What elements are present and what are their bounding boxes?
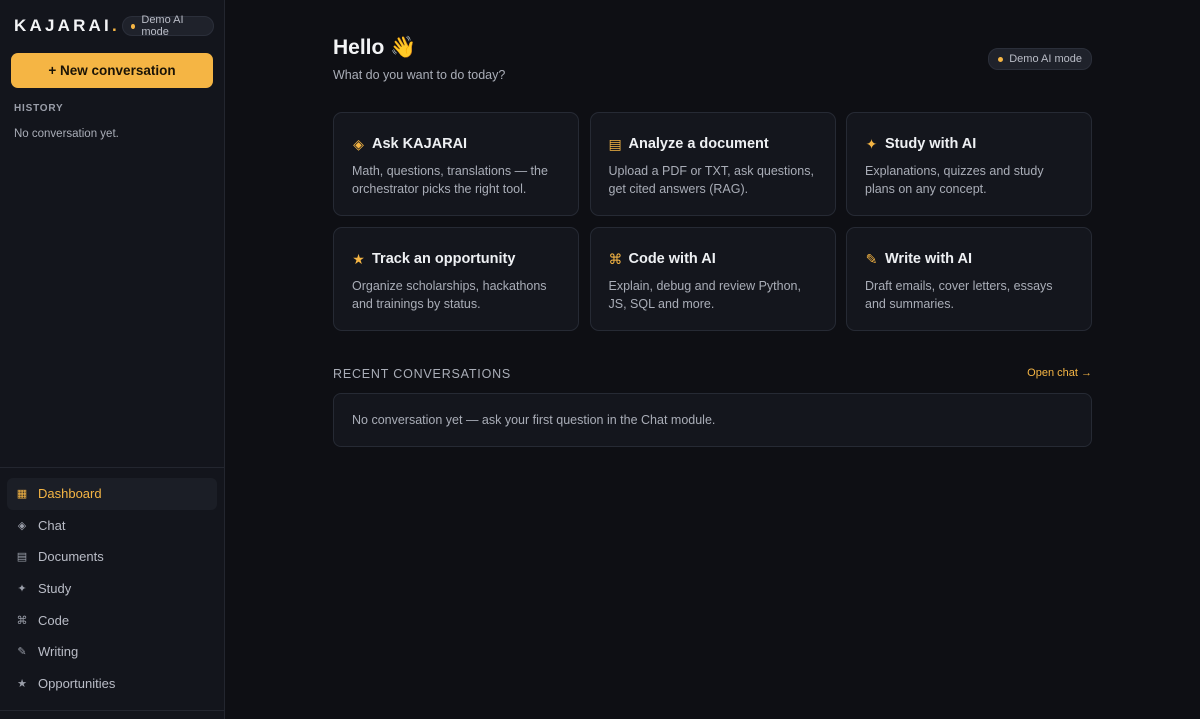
- card-write-with-ai[interactable]: ✎ Write with AI Draft emails, cover lett…: [846, 227, 1092, 331]
- documents-icon: ▤: [16, 551, 28, 564]
- nav-item-label: Documents: [38, 549, 104, 565]
- nav-item-study[interactable]: ✦ Study: [7, 573, 217, 605]
- nav-item-label: Study: [38, 581, 72, 597]
- sidebar-nav: ▦ Dashboard ◈ Chat ▤ Documents ✦ Study ⌘…: [7, 478, 217, 699]
- card-header: ✦ Study with AI: [865, 133, 1074, 155]
- card-study-with-ai[interactable]: ✦ Study with AI Explanations, quizzes an…: [846, 112, 1092, 216]
- command-icon: ⌘: [608, 250, 623, 267]
- pencil-icon: ✎: [865, 250, 878, 267]
- card-code-with-ai[interactable]: ⌘ Code with AI Explain, debug and review…: [589, 227, 836, 331]
- status-dot-icon: [998, 56, 1004, 62]
- document-icon: ▤: [608, 135, 622, 152]
- nav-item-code[interactable]: ⌘ Code: [7, 604, 217, 636]
- nav-item-label: Chat: [38, 517, 66, 533]
- nav-item-opportunities[interactable]: ★ Opportunities: [7, 668, 217, 700]
- card-header: ★ Track an opportunity: [352, 248, 561, 270]
- card-title: Write with AI: [885, 251, 972, 267]
- nav-item-label: Writing: [38, 644, 79, 660]
- card-header: ✎ Write with AI: [865, 248, 1074, 270]
- nav-item-label: Dashboard: [38, 486, 102, 502]
- dashboard-icon: ▦: [16, 488, 28, 501]
- demo-mode-label: Demo AI mode: [141, 14, 184, 38]
- nav-divider: [0, 467, 224, 468]
- status-dot-icon: [131, 23, 136, 29]
- chat-icon: ◈: [17, 519, 27, 532]
- diamond-icon: ◈: [353, 135, 364, 152]
- card-title: Analyze a document: [628, 136, 769, 152]
- nav-item-label: Code: [38, 612, 70, 628]
- card-description: Explain, debug and review Python, JS, SQ…: [608, 279, 802, 311]
- nav-item-documents[interactable]: ▤ Documents: [7, 541, 217, 573]
- recent-conversations-empty: No conversation yet — ask your first que…: [333, 393, 1092, 447]
- brand-row: KAJARAI. Demo AI mode: [14, 14, 214, 38]
- sparkle-icon: ✦: [865, 135, 878, 152]
- demo-mode-badge: Demo AI mode: [122, 14, 214, 38]
- open-chat-link[interactable]: Open chat →: [1027, 367, 1092, 379]
- star-icon: ★: [352, 250, 365, 267]
- demo-mode-label: Demo AI mode: [1009, 53, 1082, 65]
- command-icon: ⌘: [16, 614, 28, 627]
- page-subtitle: What do you want to do today?: [333, 68, 506, 82]
- page-title: Hello 👋: [333, 36, 417, 59]
- history-title: HISTORY: [14, 103, 64, 114]
- new-conversation-button[interactable]: + New conversation: [11, 53, 213, 88]
- nav-item-label: Opportunities: [38, 675, 116, 691]
- recent-conversations-title: RECENT CONVERSATIONS: [333, 367, 512, 381]
- history-empty-text: No conversation yet.: [14, 128, 119, 140]
- card-description: Organize scholarships, hackathons and tr…: [352, 279, 547, 311]
- card-header: ▤ Analyze a document: [609, 133, 818, 155]
- pencil-icon: ✎: [17, 646, 27, 659]
- nav-item-writing[interactable]: ✎ Writing: [7, 636, 217, 668]
- sidebar-footer-divider: [0, 710, 224, 711]
- card-analyze-document[interactable]: ▤ Analyze a document Upload a PDF or TXT…: [589, 112, 836, 216]
- card-description: Upload a PDF or TXT, ask questions, get …: [608, 164, 814, 196]
- card-description: Draft emails, cover letters, essays and …: [865, 279, 1053, 311]
- nav-item-dashboard[interactable]: ▦ Dashboard: [7, 478, 217, 510]
- nav-item-chat[interactable]: ◈ Chat: [7, 510, 217, 542]
- main-content: Hello 👋 What do you want to do today? De…: [333, 0, 1092, 719]
- card-title: Study with AI: [885, 136, 977, 152]
- star-icon: ★: [17, 677, 27, 690]
- card-title: Code with AI: [628, 251, 716, 267]
- demo-mode-badge: Demo AI mode: [988, 48, 1092, 70]
- action-cards: ◈ Ask KAJARAI Math, questions, translati…: [333, 112, 1092, 331]
- card-title: Ask KAJARAI: [372, 136, 468, 152]
- card-description: Explanations, quizzes and study plans on…: [865, 164, 1044, 196]
- card-header: ⌘ Code with AI: [609, 248, 818, 270]
- card-ask-kajarai[interactable]: ◈ Ask KAJARAI Math, questions, translati…: [333, 112, 579, 216]
- sparkle-icon: ✦: [17, 583, 27, 596]
- card-track-opportunity[interactable]: ★ Track an opportunity Organize scholars…: [333, 227, 579, 331]
- app-logo[interactable]: KAJARAI.: [14, 16, 120, 36]
- card-description: Math, questions, translations — the orch…: [352, 164, 548, 196]
- card-header: ◈ Ask KAJARAI: [352, 133, 561, 155]
- card-title: Track an opportunity: [372, 251, 516, 267]
- sidebar: KAJARAI. Demo AI mode + New conversation…: [0, 0, 225, 719]
